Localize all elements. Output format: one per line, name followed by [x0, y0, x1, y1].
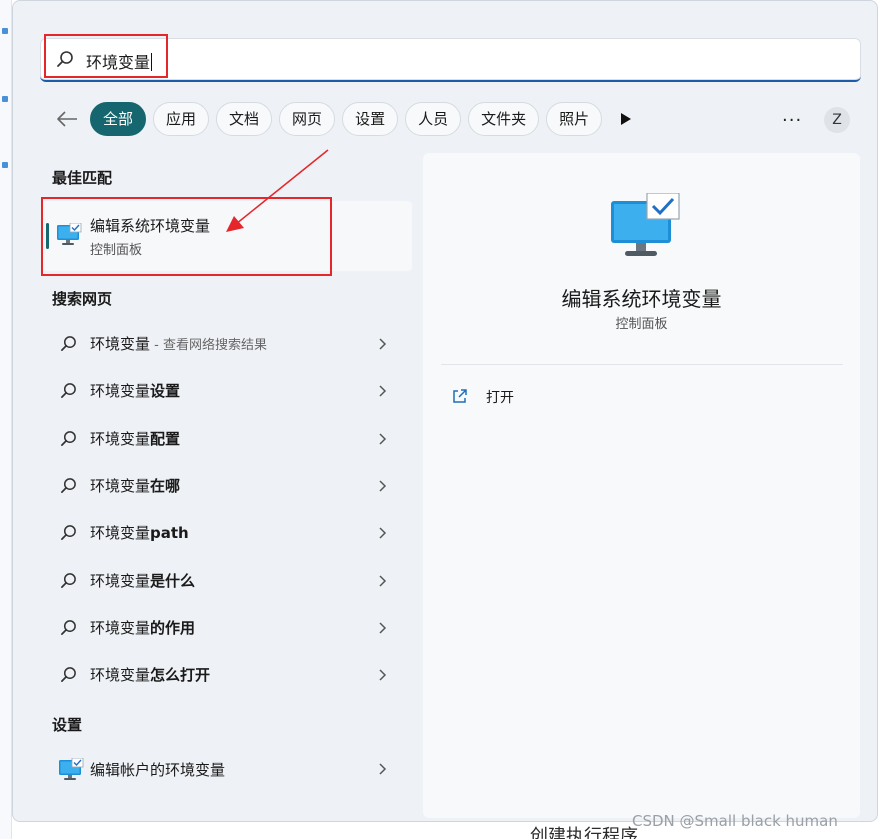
detail-divider [441, 364, 843, 365]
settings-result-item[interactable]: 编辑帐户的环境变量 [52, 749, 402, 789]
filter-chip-folders[interactable]: 文件夹 [468, 102, 540, 136]
web-result-item[interactable]: 环境变量设置 [52, 371, 402, 411]
background-text: 创建执行程序 [530, 826, 638, 839]
web-result-label: 环境变量配置 [90, 428, 180, 449]
web-result-bold: 是什么 [150, 572, 196, 590]
web-result-bold: 怎么打开 [150, 666, 211, 684]
web-result-item[interactable]: 环境变量 - 查看网络搜索结果 [52, 324, 402, 364]
search-icon [61, 478, 76, 493]
chevron-right-icon[interactable] [378, 668, 388, 682]
detail-title: 编辑系统环境变量 [561, 287, 722, 311]
filter-chip-photos[interactable]: 照片 [546, 102, 603, 136]
web-result-item[interactable]: 环境变量在哪 [52, 466, 402, 506]
web-result-label: 环境变量设置 [90, 380, 180, 401]
web-result-bold: 的作用 [150, 619, 196, 637]
web-result-item[interactable]: 环境变量怎么打开 [52, 655, 402, 695]
web-result-item[interactable]: 环境变量配置 [52, 419, 402, 459]
settings-item-label: 编辑帐户的环境变量 [90, 761, 226, 779]
scroll-right-icon[interactable] [620, 112, 632, 126]
background-window-edge [0, 0, 12, 839]
search-icon [61, 620, 76, 635]
web-result-item[interactable]: 环境变量path [52, 513, 402, 553]
web-result-prefix: 环境变量 [90, 619, 151, 637]
chevron-right-icon[interactable] [378, 384, 388, 398]
search-icon [61, 336, 76, 351]
chevron-right-icon[interactable] [378, 762, 388, 776]
highlight-box-search [44, 34, 168, 78]
chevron-right-icon[interactable] [378, 337, 388, 351]
chevron-right-icon[interactable] [378, 621, 388, 635]
search-icon [61, 573, 76, 588]
filter-chip-documents[interactable]: 文档 [216, 102, 273, 136]
user-avatar[interactable]: Z [824, 107, 850, 133]
filter-chip-all[interactable]: 全部 [90, 102, 147, 136]
web-result-prefix: 环境变量 [90, 430, 151, 448]
section-title-settings: 设置 [52, 716, 83, 734]
web-result-prefix: 环境变量 [90, 335, 151, 353]
web-result-bold: 设置 [150, 382, 181, 400]
web-result-prefix: 环境变量 [90, 477, 151, 495]
web-result-item[interactable]: 环境变量是什么 [52, 561, 402, 601]
search-icon [61, 667, 76, 682]
web-result-prefix: 环境变量 [90, 382, 151, 400]
system-properties-icon [59, 758, 84, 780]
more-options-icon[interactable]: ··· [782, 112, 802, 130]
web-result-bold: path [150, 524, 189, 542]
filter-chip-web[interactable]: 网页 [279, 102, 336, 136]
open-external-icon [453, 389, 467, 403]
watermark: CSDN @Small black human [632, 812, 838, 830]
search-icon [61, 383, 76, 398]
section-title-web: 搜索网页 [52, 290, 113, 308]
web-result-label: 环境变量是什么 [90, 570, 195, 591]
web-result-label: 环境变量的作用 [90, 617, 195, 638]
detail-subtitle: 控制面板 [615, 317, 668, 332]
filter-chip-people[interactable]: 人员 [405, 102, 462, 136]
highlight-box-best-match [41, 197, 332, 276]
web-result-label: 环境变量怎么打开 [90, 664, 210, 685]
web-result-suffix: - 查看网络搜索结果 [150, 338, 267, 353]
detail-pane: 编辑系统环境变量 控制面板 打开 [423, 153, 860, 818]
chevron-right-icon[interactable] [378, 432, 388, 446]
web-result-item[interactable]: 环境变量的作用 [52, 608, 402, 648]
web-result-prefix: 环境变量 [90, 524, 151, 542]
filter-chips: 全部 应用 文档 网页 设置 人员 文件夹 照片 [90, 102, 603, 136]
back-arrow-icon[interactable] [56, 110, 78, 128]
chevron-right-icon[interactable] [378, 479, 388, 493]
chevron-right-icon[interactable] [378, 574, 388, 588]
chevron-right-icon[interactable] [378, 526, 388, 540]
open-label: 打开 [486, 390, 514, 406]
open-action[interactable]: 打开 [451, 385, 571, 409]
filter-chip-settings[interactable]: 设置 [342, 102, 399, 136]
web-result-label: 环境变量path [90, 522, 189, 543]
section-title-best-match: 最佳匹配 [52, 169, 113, 187]
web-result-label: 环境变量 - 查看网络搜索结果 [90, 333, 267, 354]
search-icon [61, 431, 76, 446]
web-result-bold: 配置 [150, 430, 181, 448]
web-result-label: 环境变量在哪 [90, 475, 180, 496]
filter-chip-apps[interactable]: 应用 [153, 102, 210, 136]
web-result-prefix: 环境变量 [90, 572, 151, 590]
system-properties-large-icon [611, 193, 680, 256]
web-result-prefix: 环境变量 [90, 666, 151, 684]
search-icon [61, 525, 76, 540]
web-result-bold: 在哪 [150, 477, 181, 495]
